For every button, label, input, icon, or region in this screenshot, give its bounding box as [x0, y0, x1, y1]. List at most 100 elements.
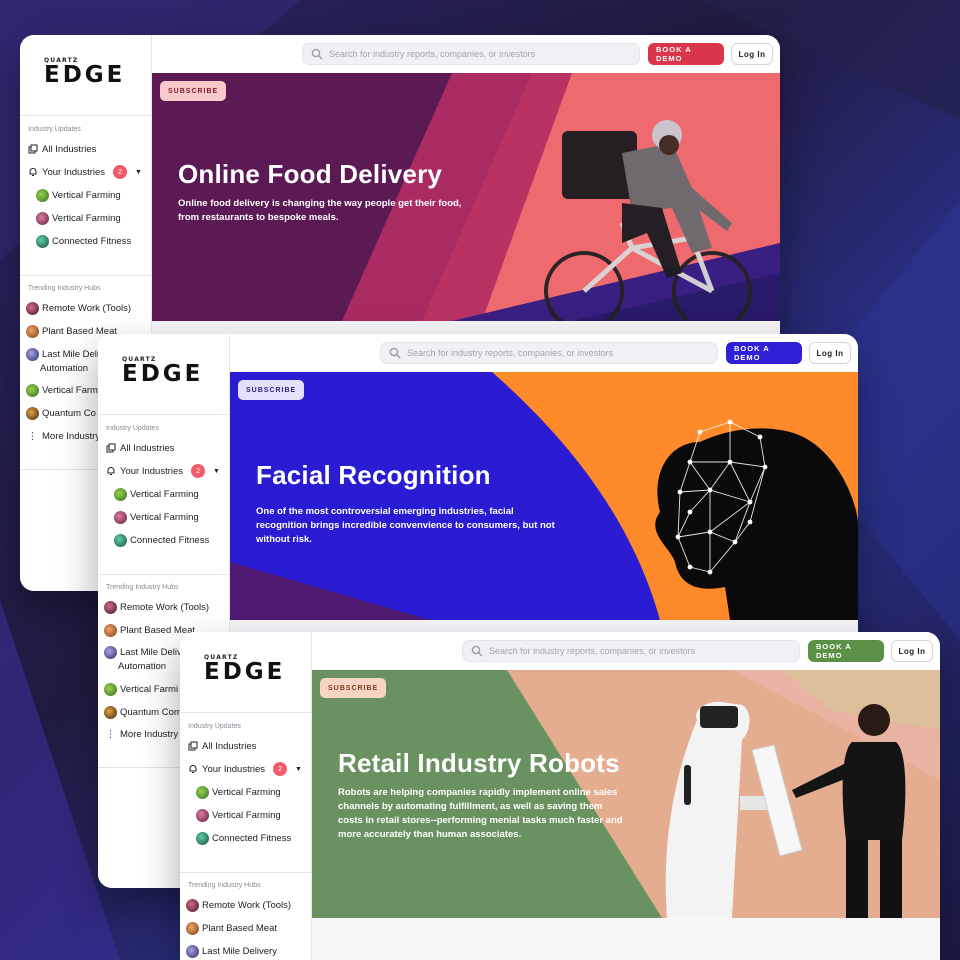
sidebar-item-your-industries[interactable]: Your Industries 2 ▼ — [26, 165, 142, 179]
sidebar-item-label: More Industry — [42, 430, 101, 442]
sidebar-item-your-industries[interactable]: Your Industries 2 ▼ — [186, 762, 302, 776]
sidebar-item-remote-work[interactable]: Remote Work (Tools) — [26, 301, 131, 315]
industry-avatar — [186, 921, 199, 935]
sidebar-item-last-mile-delivery[interactable]: Last Mile Delivery — [186, 944, 277, 958]
sidebar-item-label: Connected Fitness — [130, 534, 210, 546]
sidebar-item-label: Vertical Farm — [42, 384, 98, 396]
stack-icon — [186, 740, 199, 753]
industry-avatar — [36, 211, 49, 225]
sidebar-item-quantum-computing[interactable]: Quantum Com — [104, 705, 182, 719]
sidebar-item-label: Plant Based Meat — [202, 922, 277, 934]
top-bar: Search for industry reports, companies, … — [230, 334, 858, 372]
sidebar-item-connected-fitness[interactable]: Connected Fitness — [36, 234, 131, 248]
content-area — [312, 918, 940, 960]
hero-title: Online Food Delivery — [178, 159, 443, 189]
sidebar-item-all-industries[interactable]: All Industries — [26, 142, 96, 156]
quartz-edge-logo[interactable]: QUARTZ EDGE — [44, 57, 126, 88]
sidebar-item-connected-fitness[interactable]: Connected Fitness — [196, 831, 291, 845]
sidebar-item-vertical-farming-trend[interactable]: Vertical Farmi — [104, 682, 178, 696]
sidebar-item-last-mile-delivery[interactable]: Last Mile Deliv — [104, 645, 182, 659]
industry-avatar — [104, 623, 117, 637]
search-input[interactable]: Search for industry reports, companies, … — [302, 43, 640, 65]
hero-title: Retail Industry Robots — [338, 748, 620, 778]
sidebar-item-all-industries[interactable]: All Industries — [104, 441, 174, 455]
industry-updates-heading: Industry Updates — [28, 126, 81, 133]
hero-description: One of the most controversial emerging i… — [256, 506, 555, 545]
sidebar-item-label: Your Industries — [42, 166, 106, 178]
sidebar-item-label: Vertical Farming — [52, 189, 121, 201]
subscribe-button[interactable]: SUBSCRIBE — [238, 380, 305, 400]
quartz-edge-logo[interactable]: QUARTZ EDGE — [122, 356, 203, 386]
sidebar-item-label: Vertical Farming — [130, 511, 199, 523]
caret-down-icon[interactable]: ▼ — [295, 766, 302, 773]
industry-avatar — [186, 898, 199, 912]
caret-down-icon[interactable]: ▼ — [135, 169, 142, 176]
sidebar-item-last-mile-delivery[interactable]: Last Mile Deli — [26, 347, 99, 361]
book-demo-button[interactable]: BOOK A DEMO — [808, 640, 884, 662]
sidebar-item-label: Connected Fitness — [212, 832, 292, 844]
sidebar-item-automation[interactable]: Automation — [118, 659, 166, 673]
industry-avatar — [186, 944, 199, 958]
industry-avatar — [26, 324, 39, 338]
book-demo-button[interactable]: BOOK A DEMO — [726, 342, 802, 364]
sidebar-item-vertical-farming[interactable]: Vertical Farming — [36, 211, 121, 225]
top-bar: Search for industry reports, companies, … — [152, 35, 780, 73]
industry-updates-heading: Industry Updates — [106, 425, 159, 432]
industry-avatar — [104, 600, 117, 614]
logo-edge: EDGE — [44, 62, 126, 88]
sidebar-item-label: Quantum Co — [42, 407, 96, 419]
sidebar-item-quantum-computing[interactable]: Quantum Co — [26, 406, 96, 420]
sidebar-item-label: Automation — [118, 660, 167, 672]
sidebar-item-more-industries[interactable]: ⋮ More Industry I — [104, 727, 184, 741]
industry-avatar — [104, 645, 117, 659]
search-input[interactable]: Search for industry reports, companies, … — [462, 640, 800, 662]
sidebar-item-vertical-farming-trend[interactable]: Vertical Farm — [26, 383, 98, 397]
sidebar-item-vertical-farming[interactable]: Vertical Farming — [114, 510, 199, 524]
book-demo-button[interactable]: BOOK A DEMO — [648, 43, 724, 65]
sidebar-item-connected-fitness[interactable]: Connected Fitness — [114, 533, 209, 547]
sidebar: QUARTZ EDGE Industry Updates All Industr… — [180, 632, 312, 960]
sidebar-item-remote-work[interactable]: Remote Work (Tools) — [186, 898, 291, 912]
login-button[interactable]: Log In — [809, 342, 851, 364]
sidebar-item-vertical-farming[interactable]: Vertical Farming — [196, 808, 281, 822]
hero-title: Facial Recognition — [256, 460, 491, 490]
more-vertical-icon: ⋮ — [27, 430, 38, 442]
quartz-edge-logo[interactable]: QUARTZ EDGE — [204, 654, 286, 685]
sidebar-item-vertical-farming[interactable]: Vertical Farming — [196, 785, 281, 799]
hero-illustration — [230, 372, 858, 620]
sidebar-item-label: Remote Work (Tools) — [202, 899, 292, 911]
sidebar-item-your-industries[interactable]: Your Industries 2 ▼ — [104, 464, 220, 478]
sidebar-item-all-industries[interactable]: All Industries — [186, 739, 256, 753]
industry-avatar — [104, 682, 117, 696]
sidebar-item-plant-based-meat[interactable]: Plant Based Meat — [186, 921, 277, 935]
industry-avatar — [196, 831, 209, 845]
search-icon — [388, 347, 401, 360]
sidebar-item-automation[interactable]: Automation — [40, 361, 88, 375]
sidebar-item-label: Connected Fitness — [52, 235, 132, 247]
sidebar-item-label: Vertical Farming — [52, 212, 121, 224]
login-button[interactable]: Log In — [731, 43, 773, 65]
search-input[interactable]: Search for industry reports, companies, … — [380, 342, 718, 364]
sidebar-item-more-industries[interactable]: ⋮ More Industry — [26, 429, 100, 443]
sidebar-item-remote-work[interactable]: Remote Work (Tools) — [104, 600, 209, 614]
search-placeholder: Search for industry reports, companies, … — [329, 49, 536, 59]
sidebar-item-label: Your Industries — [202, 763, 266, 775]
industry-avatar — [104, 705, 117, 719]
sidebar-item-vertical-farming[interactable]: Vertical Farming — [36, 188, 121, 202]
hero-description: Robots are helping companies rapidly imp… — [338, 787, 623, 840]
sidebar-item-label: Automation — [40, 362, 89, 374]
industry-avatar — [114, 533, 127, 547]
hero-banner: SUBSCRIBE Facial Recognition One of the … — [230, 372, 858, 620]
caret-down-icon[interactable]: ▼ — [213, 468, 220, 475]
logo-edge: EDGE — [204, 659, 286, 685]
sidebar-item-label: Last Mile Deli — [42, 348, 100, 360]
count-badge: 2 — [191, 464, 206, 478]
login-button[interactable]: Log In — [891, 640, 933, 662]
search-placeholder: Search for industry reports, companies, … — [407, 348, 614, 358]
industry-avatar — [26, 383, 39, 397]
search-placeholder: Search for industry reports, companies, … — [489, 646, 696, 656]
subscribe-button[interactable]: SUBSCRIBE — [320, 678, 387, 698]
subscribe-button[interactable]: SUBSCRIBE — [160, 81, 227, 101]
sidebar-item-vertical-farming[interactable]: Vertical Farming — [114, 487, 199, 501]
industry-avatar — [196, 785, 209, 799]
